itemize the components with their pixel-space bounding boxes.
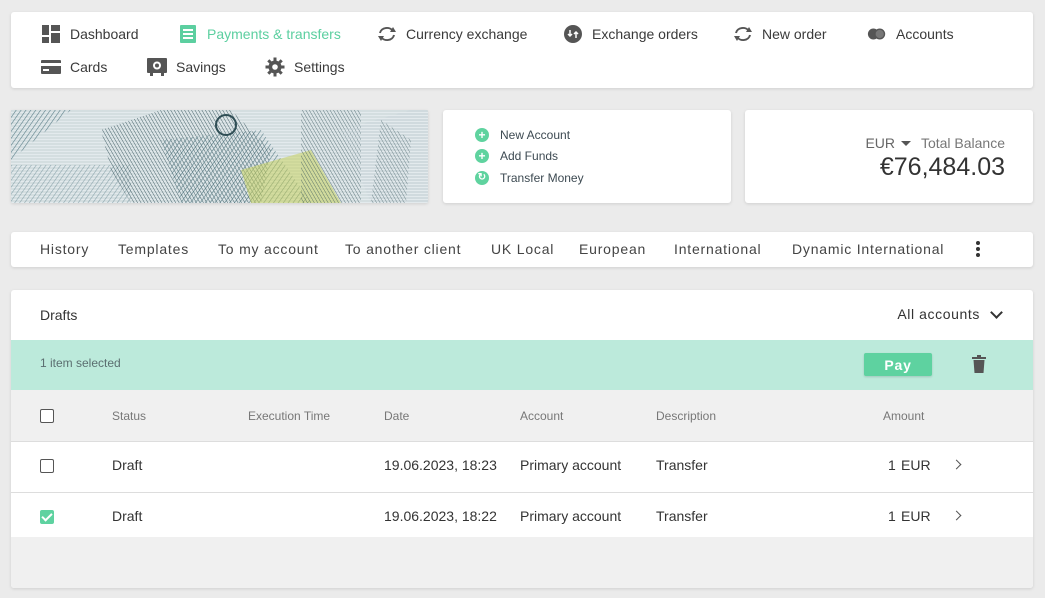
table-header: Status Execution Time Date Account Descr… [11,390,1033,442]
nav-item-label: Savings [176,59,226,75]
caret-down-icon [901,140,911,146]
table-footer [11,537,1033,588]
column-header-description[interactable]: Description [656,409,716,423]
row-description: Transfer [656,508,708,524]
top-navigation: Dashboard Payments & transfers Currency … [11,12,1033,88]
exchange-icon [377,24,397,44]
add-funds-link[interactable]: + Add Funds [475,149,558,163]
trash-icon[interactable] [972,355,986,373]
quick-action-label: New Account [500,128,571,142]
column-header-account[interactable]: Account [520,409,563,423]
drafts-card: Drafts All accounts 1 item selected Pay … [11,290,1033,588]
nav-item-label: Currency exchange [406,26,528,42]
total-balance-value: €76,484.03 [879,153,1005,181]
nav-item-new-order[interactable]: New order [733,24,827,44]
cards-icon [41,57,61,77]
quick-actions-card: + New Account + Add Funds ↻ Transfer Mon… [443,110,731,203]
tab-european[interactable]: European [579,241,646,257]
nav-item-settings[interactable]: Settings [265,57,345,77]
new-account-link[interactable]: + New Account [475,128,570,142]
tab-international[interactable]: International [674,241,761,257]
row-account: Primary account [520,508,622,524]
payments-icon [178,24,198,44]
row-amount: 1 [888,508,896,524]
nav-item-label: Exchange orders [592,26,698,42]
more-options-icon[interactable] [973,241,983,259]
currency-select[interactable]: EUR [865,135,911,151]
gear-icon [265,57,285,77]
new-order-icon [733,24,753,44]
nav-item-label: Cards [70,59,108,75]
nav-item-exchange-orders[interactable]: Exchange orders [563,24,698,44]
column-header-execution-time[interactable]: Execution Time [248,409,330,423]
nav-item-currency-exchange[interactable]: Currency exchange [377,24,527,44]
nav-item-accounts[interactable]: Accounts [867,24,954,44]
row-amount: 1 [888,457,896,473]
pay-button[interactable]: Pay [864,353,932,376]
drafts-title: Drafts [40,307,78,323]
total-balance-label: Total Balance [920,135,1005,151]
row-description: Transfer [656,457,708,473]
nav-item-payments[interactable]: Payments & transfers [178,24,341,44]
tab-history[interactable]: History [40,241,89,257]
quick-action-label: Add Funds [500,149,559,163]
account-filter-value: All accounts [897,306,980,322]
accounts-icon [867,24,887,44]
chevron-down-icon [990,305,1003,319]
row-currency: EUR [901,457,931,473]
row-date: 19.06.2023, 18:22 [384,508,497,524]
tab-dynamic-international[interactable]: Dynamic International [792,241,944,257]
select-all-checkbox[interactable] [40,409,54,423]
tab-templates[interactable]: Templates [118,241,189,257]
nav-item-dashboard[interactable]: Dashboard [41,24,139,44]
plus-circle-icon: + [475,128,489,142]
nav-item-label: Settings [294,59,345,75]
banknote-banner-image [11,110,428,203]
tab-to-my-account[interactable]: To my account [218,241,319,257]
refresh-circle-icon: ↻ [475,171,489,185]
transfer-tabs: History Templates To my account To anoth… [11,232,1033,267]
nav-item-label: Dashboard [70,26,139,42]
row-date: 19.06.2023, 18:23 [384,457,497,473]
row-currency: EUR [901,508,931,524]
column-header-status[interactable]: Status [112,409,146,423]
savings-icon [147,57,167,77]
exchange-orders-icon [563,24,583,44]
column-header-date[interactable]: Date [384,409,409,423]
tab-to-another-client[interactable]: To another client [345,241,461,257]
row-checkbox[interactable] [40,459,54,473]
plus-circle-icon: + [475,149,489,163]
column-header-amount[interactable]: Amount [883,409,924,423]
quick-action-label: Transfer Money [500,171,584,185]
balance-card: EUR Total Balance €76,484.03 [745,110,1033,203]
nav-item-label: New order [762,26,827,42]
transfer-money-link[interactable]: ↻ Transfer Money [475,171,584,185]
nav-item-savings[interactable]: Savings [147,57,226,77]
row-status: Draft [112,457,143,473]
selection-bar: 1 item selected Pay [11,340,1033,390]
nav-item-cards[interactable]: Cards [41,57,107,77]
row-checkbox[interactable] [40,510,54,524]
nav-item-label: Payments & transfers [207,26,341,42]
chevron-right-icon[interactable] [951,510,962,521]
row-status: Draft [112,508,143,524]
chevron-right-icon[interactable] [951,459,962,470]
selection-count: 1 item selected [40,356,121,370]
row-account: Primary account [520,457,622,473]
table-row[interactable]: Draft 19.06.2023, 18:23 Primary account … [11,442,1033,493]
dashboard-icon [41,24,61,44]
account-filter-select[interactable]: All accounts [897,305,1003,322]
tab-uk-local[interactable]: UK Local [491,241,554,257]
currency-value: EUR [865,135,895,151]
nav-item-label: Accounts [896,26,954,42]
